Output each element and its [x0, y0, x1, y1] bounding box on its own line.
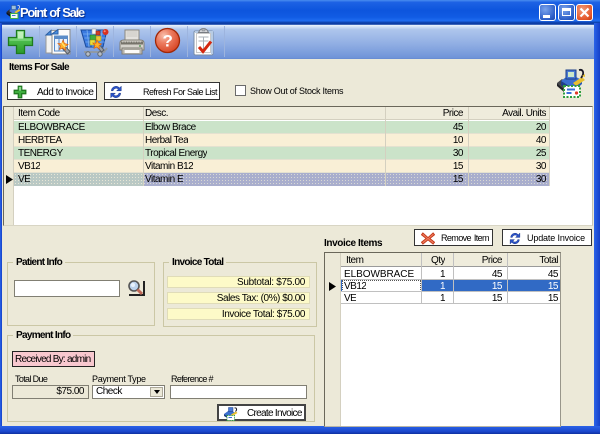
svg-text:?: ? — [163, 32, 173, 51]
